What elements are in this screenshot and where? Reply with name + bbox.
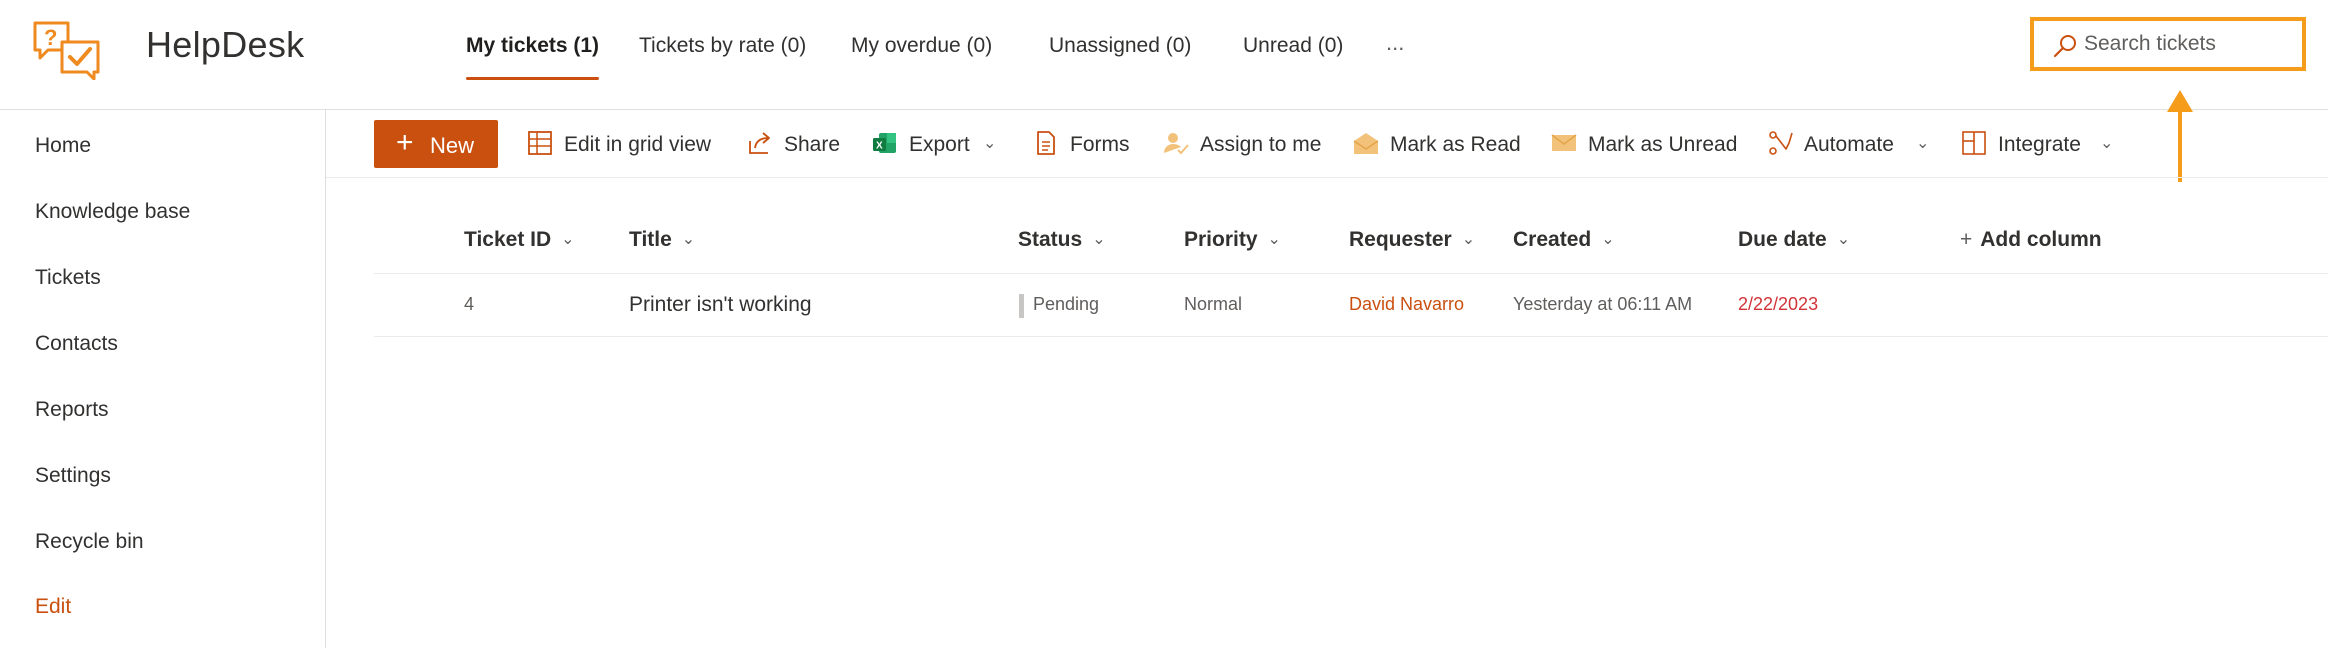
excel-icon: X [873,133,896,153]
plus-icon: + [396,126,414,159]
add-column-button[interactable]: + Add column [1960,228,2102,252]
tab-tickets-by-rate[interactable]: Tickets by rate (0) [639,34,806,80]
sidebar-edit-link[interactable]: Edit [35,595,71,619]
app-title[interactable]: HelpDesk [146,24,304,66]
export-label: Export [909,133,970,156]
sidebar-item-home[interactable]: Home [35,134,91,158]
column-header-due-date[interactable]: Due date ⌄ [1738,228,1850,252]
mark-as-read-label: Mark as Read [1390,133,1521,156]
created-cell: Yesterday at 06:11 AM [1513,294,1693,314]
chevron-down-icon: ⌄ [983,135,997,152]
svg-text:?: ? [44,25,57,50]
envelope-icon [1551,134,1577,151]
requester-link[interactable]: David Navarro [1349,294,1464,315]
helpdesk-logo-icon: ? [33,21,100,80]
priority-cell: Normal [1184,294,1243,314]
top-header: ? HelpDesk My tickets (1) Tickets by rat… [0,0,2328,110]
sidebar-nav: Home Knowledge base Tickets Contacts Rep… [0,110,326,648]
edit-grid-view-button[interactable]: Edit in grid view [526,129,716,161]
chevron-down-icon: ⌄ [681,231,696,248]
command-bar: + New Edit in grid view Share X Export ⌄ [326,110,2328,178]
edit-grid-view-label: Edit in grid view [564,133,712,156]
integrate-label: Integrate [1998,133,2081,156]
tab-unassigned[interactable]: Unassigned (0) [1049,34,1191,80]
chevron-down-icon: ⌄ [1916,135,1930,152]
forms-icon [1037,131,1055,155]
share-button[interactable]: Share [746,129,846,161]
grid-icon [528,131,552,155]
chevron-down-icon: ⌄ [1836,231,1851,248]
tab-unread[interactable]: Unread (0) [1243,34,1343,80]
status-cell: Pending [1019,294,1100,318]
share-label: Share [784,133,841,156]
share-icon [749,132,770,154]
assign-to-me-button[interactable]: Assign to me [1162,129,1327,161]
mark-as-read-button[interactable]: Mark as Read [1352,129,1521,161]
export-button[interactable]: X Export ⌄ [871,129,1001,161]
mark-as-unread-label: Mark as Unread [1588,133,1738,156]
chevron-down-icon: ⌄ [1092,231,1106,248]
chevron-down-icon: ⌄ [561,231,575,248]
status-label: Pending [1033,294,1100,314]
automate-icon [1769,131,1793,155]
sidebar-item-reports[interactable]: Reports [35,398,109,422]
table-row[interactable]: 4 Printer isn't working Pending Normal D… [374,274,2328,337]
column-header-requester[interactable]: Requester ⌄ [1349,228,1475,252]
assign-to-me-label: Assign to me [1200,133,1322,156]
more-tabs-button[interactable]: ... [1386,30,1404,56]
svg-text:X: X [876,141,883,152]
sidebar-item-settings[interactable]: Settings [35,464,111,488]
search-box[interactable] [2030,17,2306,71]
new-button[interactable]: + New [374,120,498,168]
title-cell[interactable]: Printer isn't working [629,293,812,317]
tab-my-tickets[interactable]: My tickets (1) [466,34,600,80]
chevron-down-icon: ⌄ [1461,231,1476,248]
chevron-down-icon: ⌄ [2100,135,2114,152]
sidebar-item-knowledge-base[interactable]: Knowledge base [35,200,190,224]
sidebar-item-recycle-bin[interactable]: Recycle bin [35,530,144,554]
status-indicator [1019,294,1024,318]
search-icon [2053,35,2076,58]
column-header-title[interactable]: Title ⌄ [629,228,695,252]
tab-my-overdue[interactable]: My overdue (0) [851,34,992,80]
forms-button[interactable]: Forms [1032,129,1132,161]
column-header-ticket-id[interactable]: Ticket ID ⌄ [464,228,575,252]
mark-as-unread-button[interactable]: Mark as Unread [1550,129,1740,161]
ticket-id-cell: 4 [464,294,475,314]
chevron-down-icon: ⌄ [1267,231,1281,248]
plus-icon: + [1960,228,1973,251]
sidebar-item-tickets[interactable]: Tickets [35,266,101,290]
person-check-icon [1164,133,1189,155]
search-input[interactable] [2084,29,2294,59]
open-envelope-icon [1353,133,1379,154]
integrate-icon [1962,131,1986,155]
automate-button[interactable]: Automate ⌄ [1766,129,1931,161]
column-header-status[interactable]: Status ⌄ [1018,228,1106,252]
forms-label: Forms [1070,133,1130,156]
sidebar-item-contacts[interactable]: Contacts [35,332,118,356]
column-header-created[interactable]: Created ⌄ [1513,228,1615,252]
column-header-priority[interactable]: Priority ⌄ [1184,228,1281,252]
integrate-button[interactable]: Integrate ⌄ [1960,129,2120,161]
due-date-cell: 2/22/2023 [1738,294,1819,314]
new-button-label: New [430,133,475,158]
chevron-down-icon: ⌄ [1601,231,1615,248]
automate-label: Automate [1804,133,1894,156]
